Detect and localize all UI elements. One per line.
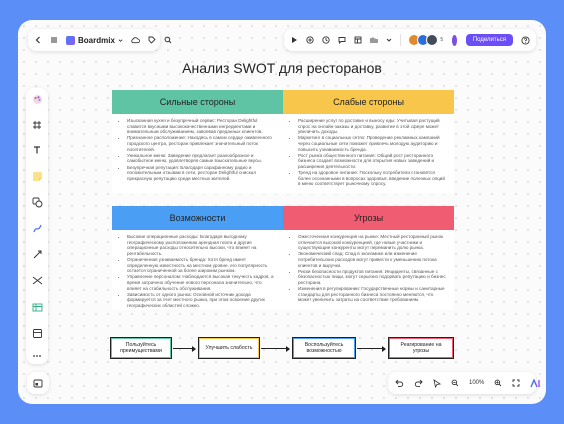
list-item: Безупречная репутация: Благодаря сарафан… [127, 165, 275, 182]
template-icon[interactable] [32, 328, 43, 339]
list-item: Высокие операционные расходы: Благодаря … [127, 234, 275, 256]
quadrant-header: Возможности [112, 206, 283, 230]
left-toolbar [26, 88, 48, 364]
top-left-toolbar: Boardmix [28, 29, 172, 51]
chevron-down-icon[interactable] [386, 37, 392, 43]
pen-icon[interactable] [32, 223, 43, 234]
bottom-toolbar: 100% [388, 372, 541, 394]
flow-step[interactable]: Улучшить слабость [198, 337, 260, 359]
current-user-avatar[interactable] [451, 33, 458, 47]
clock-icon[interactable] [322, 36, 330, 44]
flow-arrow [261, 345, 290, 352]
more-icon[interactable] [32, 354, 42, 358]
cloud-icon[interactable] [131, 36, 140, 44]
quadrant-header: Сильные стороны [112, 90, 283, 114]
list-item: Изысканная кухня и безупречный сервис: Р… [127, 118, 275, 135]
flow-step[interactable]: Реагирование на угрозы [388, 337, 454, 359]
swot-weaknesses[interactable]: Слабые стороны Расширение услуг по доста… [283, 90, 454, 194]
zoom-out-icon[interactable] [451, 379, 459, 387]
palette-icon[interactable] [32, 94, 43, 105]
list-item: Маркетинг в социальных сетях: Проведение… [298, 135, 446, 152]
minimap-toggle[interactable] [27, 372, 49, 394]
minimap-icon [33, 379, 43, 388]
zoom-in-icon[interactable] [494, 379, 502, 387]
collaborator-avatars[interactable]: 5 [408, 34, 443, 46]
quadrant-title: Возможности [169, 213, 226, 223]
chevron-down-icon [118, 38, 123, 42]
shapes-icon[interactable] [32, 197, 43, 208]
sticky-note-icon[interactable] [32, 171, 43, 182]
frame-icon[interactable] [32, 120, 42, 130]
add-icon[interactable] [306, 36, 314, 44]
quadrant-body: Расширение услуг по доставке и выносу ед… [283, 114, 454, 192]
tag-icon[interactable] [148, 36, 156, 44]
swot-opportunities[interactable]: Возможности Высокие операционные расходы… [112, 206, 283, 310]
mindmap-icon[interactable] [32, 275, 43, 286]
back-icon[interactable] [34, 36, 42, 44]
share-button[interactable]: Поделиться [465, 34, 513, 46]
list-item: Признанное расположение: Находясь в само… [127, 135, 275, 152]
quadrant-header: Слабые стороны [283, 90, 454, 114]
quadrant-title: Сильные стороны [159, 97, 236, 107]
app-name: Boardmix [78, 35, 115, 45]
list-item: Управление персоналом: Наблюдается высок… [127, 274, 275, 291]
list-item: Ограниченная узнаваемость бренда: Хотя б… [127, 257, 275, 274]
library-icon[interactable] [370, 36, 378, 44]
quadrant-header: Угрозы [283, 206, 454, 230]
avatar-count: 5 [440, 37, 444, 43]
connector-icon[interactable] [32, 249, 43, 260]
search-icon[interactable] [164, 36, 172, 44]
zoom-level[interactable]: 100% [469, 380, 484, 386]
quadrant-body: Ожесточенная конкуренция на рынке: Местн… [283, 230, 454, 308]
layout-icon[interactable] [354, 36, 362, 44]
flow-step[interactable]: Пользуйтесь преимуществами [110, 337, 172, 359]
swot-strengths[interactable]: Сильные стороны Изысканная кухня и безуп… [112, 90, 283, 194]
table-icon[interactable] [32, 302, 43, 313]
list-item: Риски безопасности продуктов питания: Ин… [298, 269, 446, 286]
list-item: Тренд на здоровое питание: Поскольку пот… [298, 170, 446, 187]
list-item: Рост рынка общественного питания: Общий … [298, 153, 446, 170]
flow-arrow [173, 345, 196, 352]
app-brand[interactable]: Boardmix [66, 35, 123, 45]
list-item: Ожесточенная конкуренция на рынке: Местн… [298, 234, 446, 251]
flow-step[interactable]: Воспользуйтесь возможностью [292, 337, 356, 359]
list-item: Экономический спад: Спад в экономике или… [298, 251, 446, 268]
list-item: Изменения в регулировании: Государственн… [298, 286, 446, 303]
play-icon[interactable] [290, 36, 298, 44]
quadrant-title: Угрозы [353, 213, 384, 223]
menu-icon[interactable] [50, 36, 58, 44]
boardmix-logo-icon [66, 35, 75, 45]
quadrant-body: Изысканная кухня и безупречный сервис: Р… [112, 114, 283, 186]
ai-icon[interactable] [530, 378, 542, 388]
avatar [426, 34, 439, 46]
cursor-icon[interactable] [433, 378, 441, 388]
list-item: Расширение услуг по доставке и выносу ед… [298, 118, 446, 135]
app-window: Boardmix 5 Поделиться Анализ SWOT для ре… [18, 20, 546, 404]
help-icon[interactable] [521, 35, 530, 45]
list-item: Уникальное меню: Заведение предлагает ра… [127, 153, 275, 164]
list-item: Зависимость от одного рынка: Основной ис… [127, 292, 275, 309]
redo-icon[interactable] [414, 379, 423, 387]
comment-icon[interactable] [338, 36, 346, 44]
quadrant-title: Слабые стороны [333, 97, 404, 107]
flow-arrow [357, 345, 386, 352]
top-right-toolbar: 5 Поделиться [284, 29, 536, 51]
swot-threats[interactable]: Угрозы Ожесточенная конкуренция на рынке… [283, 206, 454, 310]
quadrant-body: Высокие операционные расходы: Благодаря … [112, 230, 283, 313]
page-title: Анализ SWOT для ресторанов [182, 60, 382, 76]
undo-icon[interactable] [395, 379, 404, 387]
text-icon[interactable] [32, 145, 42, 155]
fit-screen-icon[interactable] [512, 379, 520, 387]
